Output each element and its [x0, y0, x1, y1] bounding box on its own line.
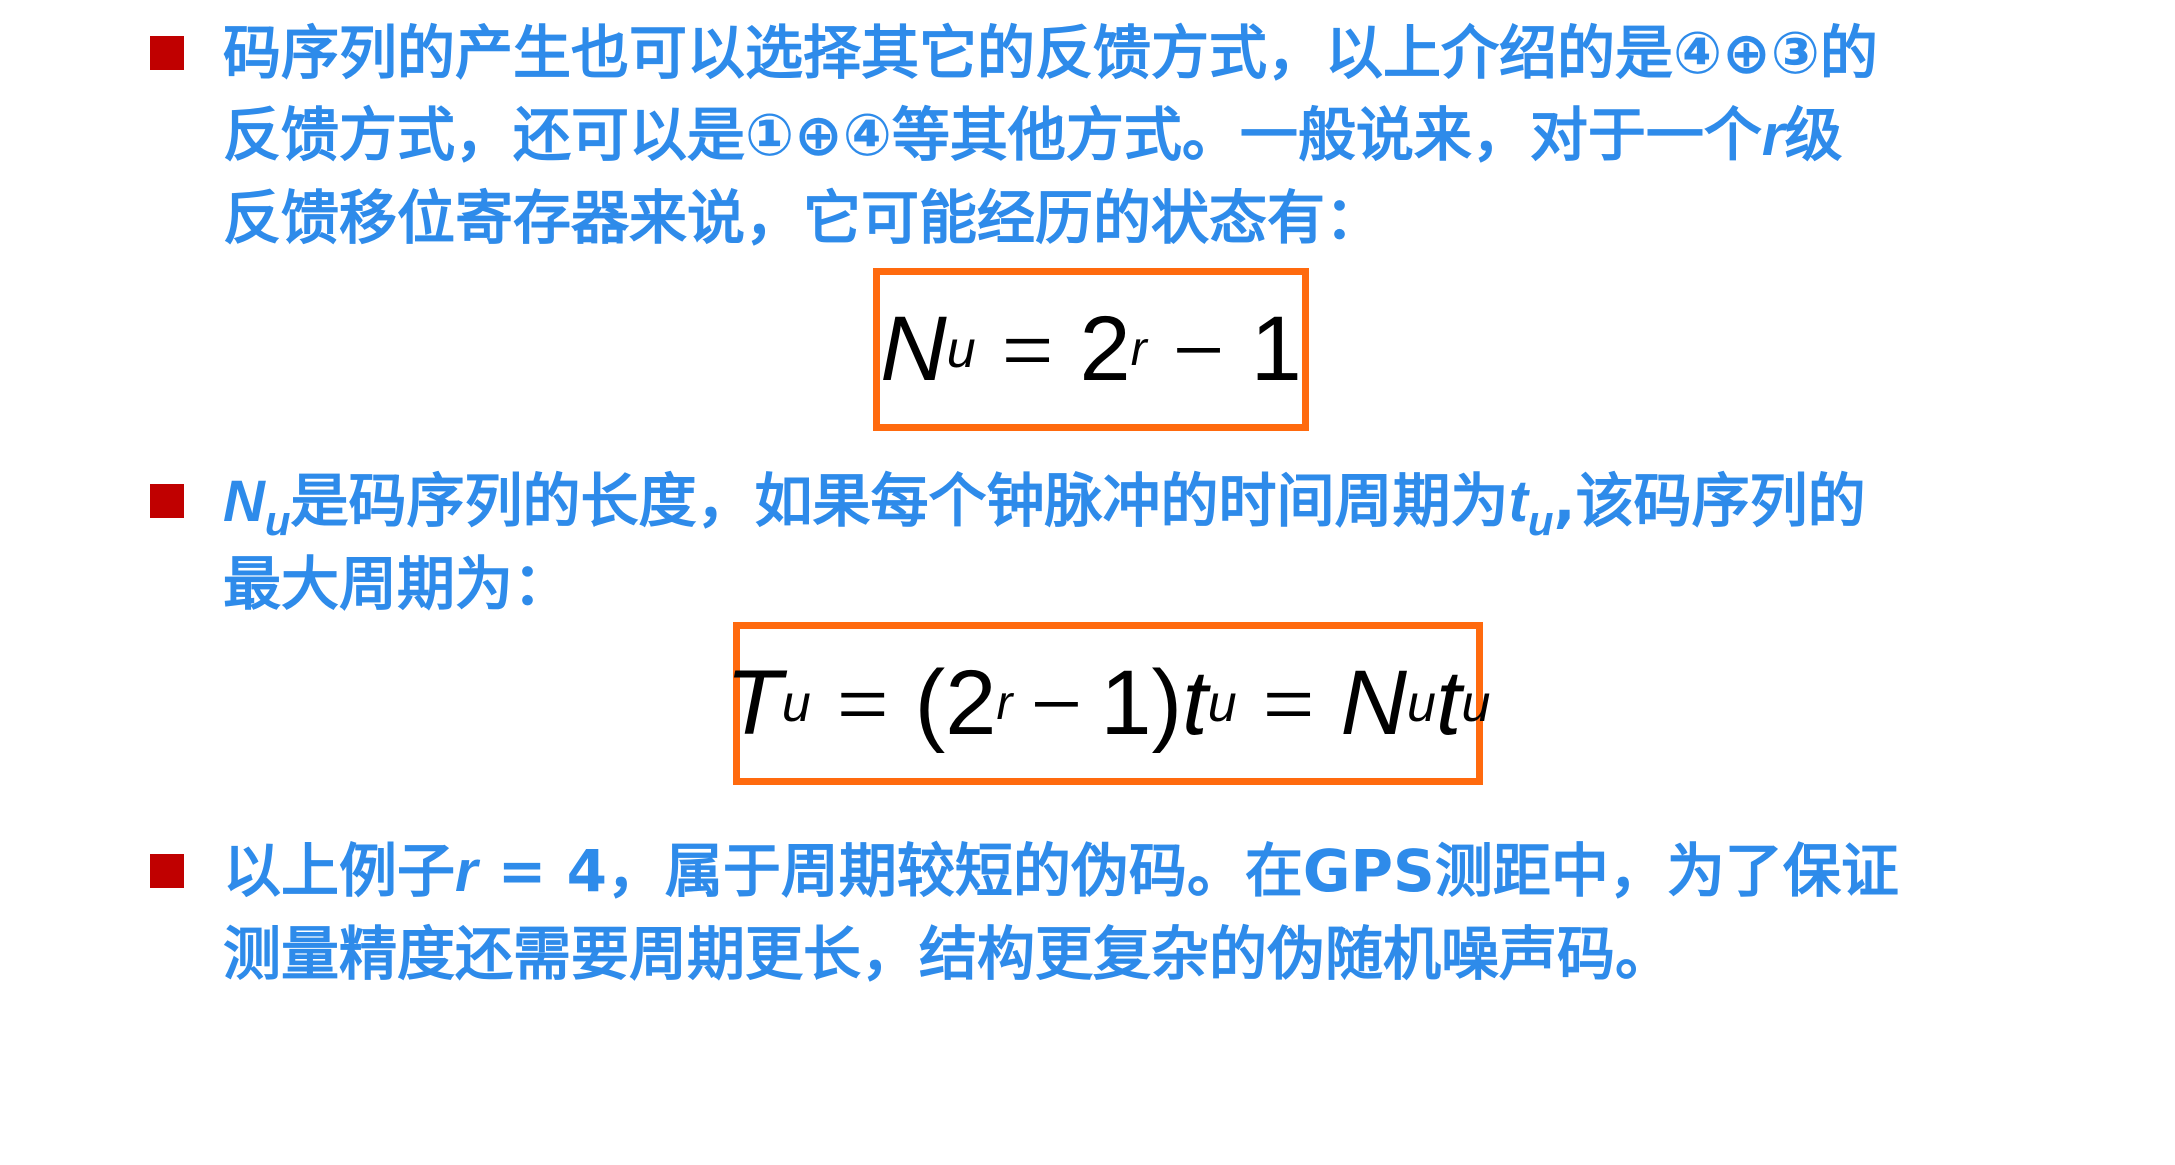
formula-1-one: 1: [1250, 298, 1302, 400]
formula-2-close-paren: ): [1151, 652, 1183, 754]
bullet-2-line-1-a: 是码序列的长度，如果每个钟脉冲的时间周期为: [290, 467, 1509, 535]
formula-2-one: 1: [1100, 652, 1152, 754]
formula-2-base: 2: [945, 652, 997, 754]
variable-n: N: [223, 469, 265, 534]
formula-2-lhs: T: [725, 652, 782, 754]
formula-2-equals-1: =: [836, 652, 889, 755]
formula-2-n: N: [1340, 652, 1407, 754]
bullet-1-line-2-a: 反馈方式，还可以是①⊕④等其他方式。一般说来，对于一个: [223, 101, 1762, 169]
bullet-1-line-2: 反馈方式，还可以是①⊕④等其他方式。一般说来，对于一个r级: [223, 94, 2165, 177]
bullet-1-line-3: 反馈移位寄存器来说，它可能经历的状态有：: [223, 184, 1384, 252]
bullet-item-3: 以上例子r = 4，属于周期较短的伪码。在GPS测距中，为了保证 测量精度还需要…: [150, 830, 2165, 995]
formula-2-t: t: [1182, 652, 1208, 754]
formula-1-minus: −: [1172, 298, 1225, 401]
bullet-3-line-1-b: = 4，属于周期较短的伪码。在GPS测距中，为了保证: [477, 837, 1899, 905]
bullet-3-line-1-a: 以上例子: [223, 837, 456, 905]
bullet-1-line-2-b: 级: [1784, 101, 1843, 169]
formula-1-lhs: N: [880, 298, 947, 400]
bullet-3-line-2: 测量精度还需要周期更长，结构更复杂的伪随机噪声码。: [223, 920, 1674, 988]
formula-tu: Tu = (2 r − 1) t u = Nutu: [726, 622, 1490, 785]
formula-2-equals-2: =: [1262, 652, 1315, 755]
bullet-3-text: 以上例子r = 4，属于周期较短的伪码。在GPS测距中，为了保证 测量精度还需要…: [223, 830, 2165, 995]
bullet-marker: [150, 484, 184, 518]
bullet-2-line-2: 最大周期为：: [223, 550, 572, 618]
bullet-item-2: Nu是码序列的长度，如果每个钟脉冲的时间周期为tu,该码序列的 最大周期为：: [150, 460, 2165, 625]
variable-n-sub: u: [264, 497, 291, 544]
bullet-marker: [150, 854, 184, 888]
variable-t-sub: u: [1527, 497, 1554, 544]
formula-nu: Nu = 2r − 1: [873, 268, 1309, 431]
formula-2-t2: t: [1435, 652, 1462, 754]
bullet-2-line-1-b: ,该码序列的: [1553, 467, 1866, 535]
formula-1-base: 2: [1079, 298, 1131, 400]
variable-r: r: [1761, 103, 1785, 168]
bullet-item-1: 码序列的产生也可以选择其它的反馈方式，以上介绍的是④⊕③的 反馈方式，还可以是①…: [150, 12, 2165, 259]
variable-r: r: [455, 839, 478, 904]
variable-t: t: [1508, 469, 1528, 534]
bullet-2-text: Nu是码序列的长度，如果每个钟脉冲的时间周期为tu,该码序列的 最大周期为：: [223, 460, 2165, 625]
bullet-1-line-1: 码序列的产生也可以选择其它的反馈方式，以上介绍的是④⊕③的: [223, 19, 1878, 87]
formula-2-minus: −: [1030, 652, 1083, 755]
formula-1-equals: =: [1001, 298, 1054, 401]
bullet-3-line-1: 以上例子r = 4，属于周期较短的伪码。在GPS测距中，为了保证: [223, 830, 2165, 913]
bullet-2-line-1: Nu是码序列的长度，如果每个钟脉冲的时间周期为tu,该码序列的: [223, 460, 2165, 543]
bullet-1-text: 码序列的产生也可以选择其它的反馈方式，以上介绍的是④⊕③的 反馈方式，还可以是①…: [223, 12, 2165, 259]
bullet-marker: [150, 36, 184, 70]
formula-2-open-paren: (: [914, 652, 946, 754]
